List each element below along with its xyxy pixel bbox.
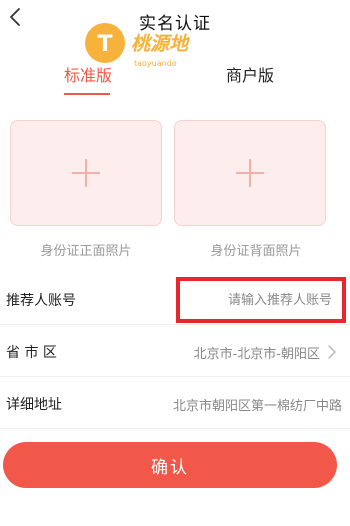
svg-text:T: T (97, 32, 112, 57)
tab-merchant[interactable]: 商户版 (226, 62, 274, 86)
region-label: 省 市 区 (6, 345, 57, 361)
id-back-caption: 身份证背面照片 (210, 244, 302, 259)
confirm-button[interactable]: 确认 (3, 442, 337, 488)
address-label: 详细地址 (6, 397, 62, 413)
divider (0, 324, 350, 325)
region-row[interactable]: 省 市 区 北京市-北京市-朝阳区 (0, 326, 350, 376)
tab-standard[interactable]: 标准版 (64, 62, 112, 86)
chevron-right-icon (328, 345, 336, 359)
id-front-caption: 身份证正面照片 (40, 244, 132, 259)
plus-icon (236, 159, 264, 187)
address-value: 北京市朝阳区第一棉纺厂中路 (172, 399, 342, 414)
id-back-upload[interactable] (174, 120, 326, 226)
referrer-input[interactable] (176, 277, 346, 323)
id-front-upload[interactable] (10, 120, 162, 226)
referrer-label: 推荐人账号 (6, 293, 76, 309)
tab-bar: 标准版 商户版 (0, 58, 350, 98)
address-row[interactable]: 详细地址 北京市朝阳区第一棉纺厂中路 (0, 378, 350, 428)
region-value: 北京市-北京市-朝阳区 (193, 347, 320, 362)
svg-text:桃源地: 桃源地 (131, 33, 191, 55)
active-tab-indicator (64, 93, 110, 95)
divider (0, 376, 350, 377)
plus-icon (72, 159, 100, 187)
divider (0, 428, 350, 429)
